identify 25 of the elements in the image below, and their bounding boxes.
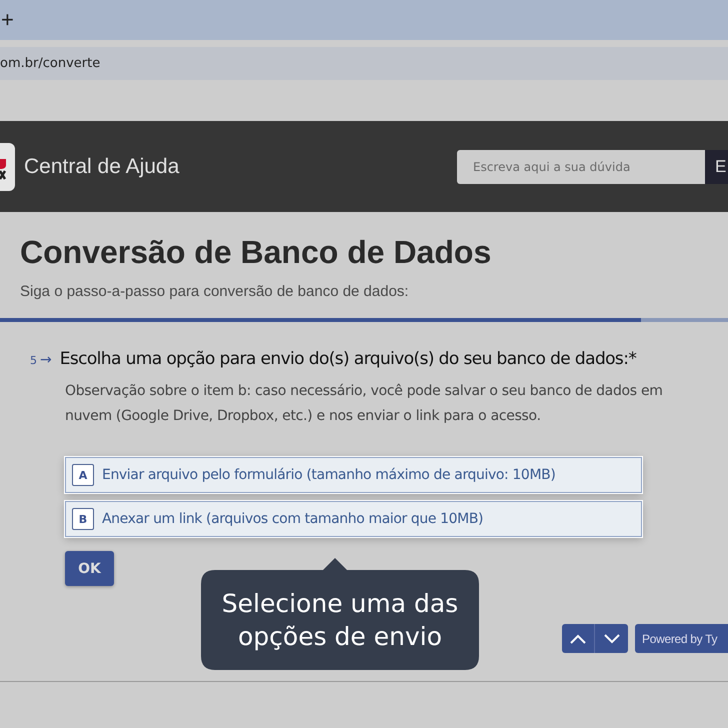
chevron-up-icon <box>570 634 586 644</box>
arrow-icon: → <box>40 352 52 368</box>
question-text: Escolha uma opção para envio do(s) arquivo(s) do seu banco de dados:* <box>60 349 636 369</box>
powered-by-button[interactable]: Powered by Ty <box>635 624 728 653</box>
new-tab-button[interactable]: + <box>1 9 14 31</box>
option-label: Anexar um link (arquivos com tamanho maior que 10MB) <box>102 511 484 527</box>
search-button[interactable]: E <box>705 150 728 184</box>
ok-button[interactable]: OK <box>65 551 114 586</box>
site-title: Central de Ajuda <box>24 154 180 178</box>
option-label: Enviar arquivo pelo formulário (tamanho máximo de arquivo: 10MB) <box>102 467 556 483</box>
page-subtitle: Siga o passo-a-passo para conversão de banco de dados: <box>20 283 410 300</box>
page-title: Conversão de Banco de Dados <box>20 234 492 271</box>
tooltip: Selecione uma das opções de envio <box>201 558 479 670</box>
address-bar[interactable]: om.br/converte <box>0 47 728 80</box>
question-description: Observação sobre o item b: caso necessário, você pode salvar o seu banco de dados em nuvem (Google Drive, Dropbox, etc.) e nos enviar o link para o acesso. <box>65 382 664 426</box>
chevron-down-icon <box>604 634 620 644</box>
answer-option[interactable]: B Anexar um link (arquivos com tamanho maior que 10MB) <box>65 501 642 537</box>
logo-icon <box>0 142 15 190</box>
answer-option[interactable]: A Enviar arquivo pelo formulário (tamanho máximo de arquivo: 10MB) <box>65 457 642 493</box>
previous-button[interactable] <box>562 624 595 653</box>
option-key: B <box>72 508 94 530</box>
question-number: 5 <box>30 354 37 367</box>
option-key: A <box>72 464 94 486</box>
next-button[interactable] <box>595 624 628 653</box>
search-field[interactable]: Escreva aqui a sua dúvida <box>457 150 705 184</box>
